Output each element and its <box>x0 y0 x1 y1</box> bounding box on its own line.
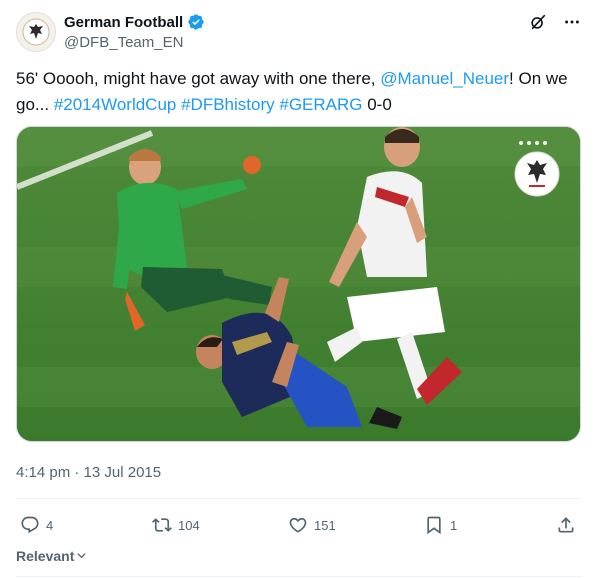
author-name-row[interactable]: German Football <box>64 13 205 31</box>
verified-badge-icon <box>187 13 205 31</box>
hashtag-link[interactable]: #DFBhistory <box>181 95 275 114</box>
dfb-eagle-logo-icon <box>22 18 50 46</box>
retweet-icon <box>152 515 172 535</box>
author-handle[interactable]: @DFB_Team_EN <box>64 34 183 51</box>
tweet-action-bar: 4 104 151 1 <box>16 510 582 540</box>
divider <box>16 576 582 577</box>
sort-replies-dropdown[interactable]: Relevant <box>16 548 87 564</box>
grok-icon[interactable] <box>528 12 548 32</box>
tweet-top-actions <box>528 12 582 32</box>
reply-button[interactable]: 4 <box>20 515 53 535</box>
sort-label: Relevant <box>16 548 75 564</box>
tweet-text: 56' Ooooh, might have got away with one … <box>16 66 582 118</box>
share-button[interactable] <box>556 515 576 535</box>
retweet-count: 104 <box>178 517 200 533</box>
hashtag-link[interactable]: #2014WorldCup <box>54 95 177 114</box>
bookmark-count: 1 <box>450 517 458 533</box>
tweet-media-photo[interactable] <box>16 126 581 442</box>
hashtag-link[interactable]: #GERARG <box>279 95 362 114</box>
tweet-text-part: 56' Ooooh, might have got away with one … <box>16 69 381 88</box>
chevron-down-icon <box>76 548 87 564</box>
author-avatar[interactable] <box>16 12 56 52</box>
reply-count: 4 <box>46 517 54 533</box>
like-count: 151 <box>314 517 336 533</box>
retweet-button[interactable]: 104 <box>152 515 200 535</box>
tweet-timestamp[interactable]: 4:14 pm · 13 Jul 2015 <box>16 464 161 481</box>
tweet-text-part: 0-0 <box>362 95 392 114</box>
reply-icon <box>20 515 40 535</box>
more-options-icon[interactable] <box>562 12 582 32</box>
share-icon <box>556 515 576 535</box>
mention-link[interactable]: @Manuel_Neuer <box>380 69 509 88</box>
divider <box>16 498 582 499</box>
like-button[interactable]: 151 <box>288 515 336 535</box>
bookmark-button[interactable]: 1 <box>424 515 457 535</box>
bookmark-icon <box>424 515 444 535</box>
heart-icon <box>288 515 308 535</box>
author-display-name[interactable]: German Football <box>64 14 183 31</box>
football-photo <box>17 127 580 441</box>
